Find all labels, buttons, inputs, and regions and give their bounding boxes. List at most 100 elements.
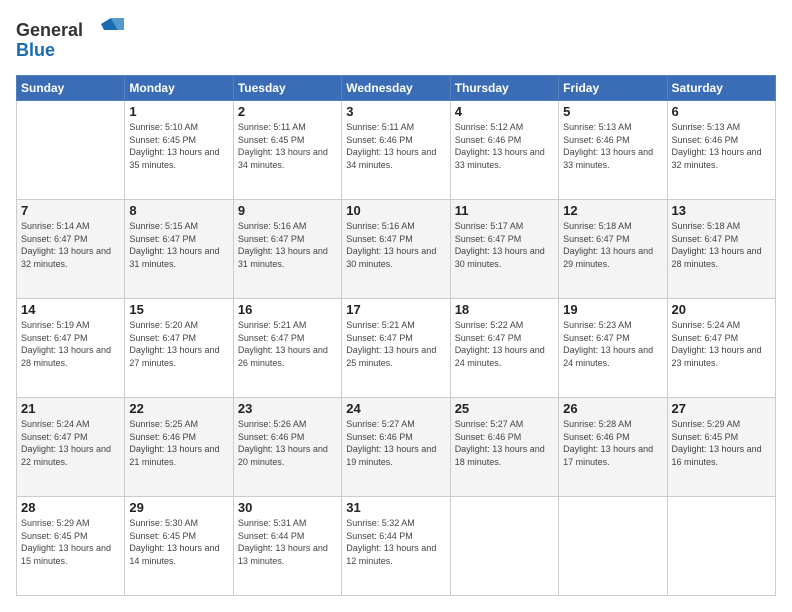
sunrise: Sunrise: 5:21 AM xyxy=(346,320,415,330)
weekday-header: Sunday xyxy=(17,76,125,101)
weekday-header: Tuesday xyxy=(233,76,341,101)
sunset: Sunset: 6:47 PM xyxy=(672,234,739,244)
sunset: Sunset: 6:46 PM xyxy=(563,135,630,145)
daylight: Daylight: 13 hours and 14 minutes. xyxy=(129,543,219,566)
day-number: 19 xyxy=(563,302,662,317)
sunset: Sunset: 6:45 PM xyxy=(672,432,739,442)
day-info: Sunrise: 5:27 AM Sunset: 6:46 PM Dayligh… xyxy=(346,418,445,468)
sunset: Sunset: 6:45 PM xyxy=(238,135,305,145)
sunrise: Sunrise: 5:30 AM xyxy=(129,518,198,528)
weekday-header: Wednesday xyxy=(342,76,450,101)
day-number: 27 xyxy=(672,401,771,416)
svg-text:Blue: Blue xyxy=(16,40,55,60)
calendar-table: SundayMondayTuesdayWednesdayThursdayFrid… xyxy=(16,75,776,596)
calendar-cell xyxy=(667,497,775,596)
calendar-cell: 8 Sunrise: 5:15 AM Sunset: 6:47 PM Dayli… xyxy=(125,200,233,299)
sunrise: Sunrise: 5:18 AM xyxy=(563,221,632,231)
day-info: Sunrise: 5:29 AM Sunset: 6:45 PM Dayligh… xyxy=(672,418,771,468)
calendar-week-row: 28 Sunrise: 5:29 AM Sunset: 6:45 PM Dayl… xyxy=(17,497,776,596)
day-info: Sunrise: 5:24 AM Sunset: 6:47 PM Dayligh… xyxy=(21,418,120,468)
calendar-cell: 7 Sunrise: 5:14 AM Sunset: 6:47 PM Dayli… xyxy=(17,200,125,299)
calendar-week-row: 1 Sunrise: 5:10 AM Sunset: 6:45 PM Dayli… xyxy=(17,101,776,200)
logo: General Blue xyxy=(16,16,126,65)
day-number: 10 xyxy=(346,203,445,218)
day-info: Sunrise: 5:21 AM Sunset: 6:47 PM Dayligh… xyxy=(346,319,445,369)
day-number: 29 xyxy=(129,500,228,515)
day-info: Sunrise: 5:13 AM Sunset: 6:46 PM Dayligh… xyxy=(563,121,662,171)
calendar-cell: 6 Sunrise: 5:13 AM Sunset: 6:46 PM Dayli… xyxy=(667,101,775,200)
calendar-cell: 28 Sunrise: 5:29 AM Sunset: 6:45 PM Dayl… xyxy=(17,497,125,596)
sunset: Sunset: 6:46 PM xyxy=(455,135,522,145)
sunset: Sunset: 6:47 PM xyxy=(21,432,88,442)
day-number: 28 xyxy=(21,500,120,515)
daylight: Daylight: 13 hours and 23 minutes. xyxy=(672,345,762,368)
day-number: 23 xyxy=(238,401,337,416)
sunset: Sunset: 6:47 PM xyxy=(346,234,413,244)
day-info: Sunrise: 5:15 AM Sunset: 6:47 PM Dayligh… xyxy=(129,220,228,270)
day-number: 16 xyxy=(238,302,337,317)
day-number: 8 xyxy=(129,203,228,218)
daylight: Daylight: 13 hours and 21 minutes. xyxy=(129,444,219,467)
calendar-cell: 13 Sunrise: 5:18 AM Sunset: 6:47 PM Dayl… xyxy=(667,200,775,299)
day-number: 22 xyxy=(129,401,228,416)
calendar-cell: 12 Sunrise: 5:18 AM Sunset: 6:47 PM Dayl… xyxy=(559,200,667,299)
daylight: Daylight: 13 hours and 18 minutes. xyxy=(455,444,545,467)
calendar-cell: 1 Sunrise: 5:10 AM Sunset: 6:45 PM Dayli… xyxy=(125,101,233,200)
day-info: Sunrise: 5:25 AM Sunset: 6:46 PM Dayligh… xyxy=(129,418,228,468)
svg-text:General: General xyxy=(16,20,83,40)
daylight: Daylight: 13 hours and 34 minutes. xyxy=(346,147,436,170)
sunset: Sunset: 6:46 PM xyxy=(563,432,630,442)
calendar-cell: 25 Sunrise: 5:27 AM Sunset: 6:46 PM Dayl… xyxy=(450,398,558,497)
day-number: 13 xyxy=(672,203,771,218)
calendar-cell: 19 Sunrise: 5:23 AM Sunset: 6:47 PM Dayl… xyxy=(559,299,667,398)
daylight: Daylight: 13 hours and 16 minutes. xyxy=(672,444,762,467)
sunrise: Sunrise: 5:13 AM xyxy=(672,122,741,132)
calendar-cell: 27 Sunrise: 5:29 AM Sunset: 6:45 PM Dayl… xyxy=(667,398,775,497)
calendar-cell: 26 Sunrise: 5:28 AM Sunset: 6:46 PM Dayl… xyxy=(559,398,667,497)
weekday-header: Friday xyxy=(559,76,667,101)
day-number: 26 xyxy=(563,401,662,416)
daylight: Daylight: 13 hours and 32 minutes. xyxy=(21,246,111,269)
sunrise: Sunrise: 5:11 AM xyxy=(346,122,414,132)
sunrise: Sunrise: 5:27 AM xyxy=(455,419,524,429)
sunrise: Sunrise: 5:15 AM xyxy=(129,221,198,231)
sunset: Sunset: 6:47 PM xyxy=(455,234,522,244)
sunrise: Sunrise: 5:11 AM xyxy=(238,122,306,132)
sunrise: Sunrise: 5:19 AM xyxy=(21,320,90,330)
sunrise: Sunrise: 5:17 AM xyxy=(455,221,524,231)
daylight: Daylight: 13 hours and 13 minutes. xyxy=(238,543,328,566)
day-number: 17 xyxy=(346,302,445,317)
day-info: Sunrise: 5:18 AM Sunset: 6:47 PM Dayligh… xyxy=(672,220,771,270)
sunrise: Sunrise: 5:27 AM xyxy=(346,419,415,429)
page: General Blue SundayMondayTuesdayWednesda… xyxy=(0,0,792,612)
sunset: Sunset: 6:46 PM xyxy=(238,432,305,442)
sunset: Sunset: 6:47 PM xyxy=(129,234,196,244)
day-number: 15 xyxy=(129,302,228,317)
day-info: Sunrise: 5:23 AM Sunset: 6:47 PM Dayligh… xyxy=(563,319,662,369)
daylight: Daylight: 13 hours and 35 minutes. xyxy=(129,147,219,170)
sunrise: Sunrise: 5:23 AM xyxy=(563,320,632,330)
day-number: 6 xyxy=(672,104,771,119)
day-number: 24 xyxy=(346,401,445,416)
day-number: 7 xyxy=(21,203,120,218)
calendar-cell: 29 Sunrise: 5:30 AM Sunset: 6:45 PM Dayl… xyxy=(125,497,233,596)
day-info: Sunrise: 5:28 AM Sunset: 6:46 PM Dayligh… xyxy=(563,418,662,468)
logo-svg: General Blue xyxy=(16,16,126,60)
daylight: Daylight: 13 hours and 33 minutes. xyxy=(455,147,545,170)
weekday-header: Monday xyxy=(125,76,233,101)
sunset: Sunset: 6:47 PM xyxy=(346,333,413,343)
sunset: Sunset: 6:46 PM xyxy=(455,432,522,442)
sunrise: Sunrise: 5:26 AM xyxy=(238,419,307,429)
calendar-cell: 15 Sunrise: 5:20 AM Sunset: 6:47 PM Dayl… xyxy=(125,299,233,398)
sunset: Sunset: 6:46 PM xyxy=(346,135,413,145)
sunset: Sunset: 6:45 PM xyxy=(129,135,196,145)
day-number: 1 xyxy=(129,104,228,119)
daylight: Daylight: 13 hours and 30 minutes. xyxy=(455,246,545,269)
day-info: Sunrise: 5:11 AM Sunset: 6:45 PM Dayligh… xyxy=(238,121,337,171)
sunrise: Sunrise: 5:14 AM xyxy=(21,221,90,231)
day-number: 3 xyxy=(346,104,445,119)
day-number: 21 xyxy=(21,401,120,416)
calendar-cell: 9 Sunrise: 5:16 AM Sunset: 6:47 PM Dayli… xyxy=(233,200,341,299)
sunset: Sunset: 6:46 PM xyxy=(346,432,413,442)
daylight: Daylight: 13 hours and 31 minutes. xyxy=(129,246,219,269)
